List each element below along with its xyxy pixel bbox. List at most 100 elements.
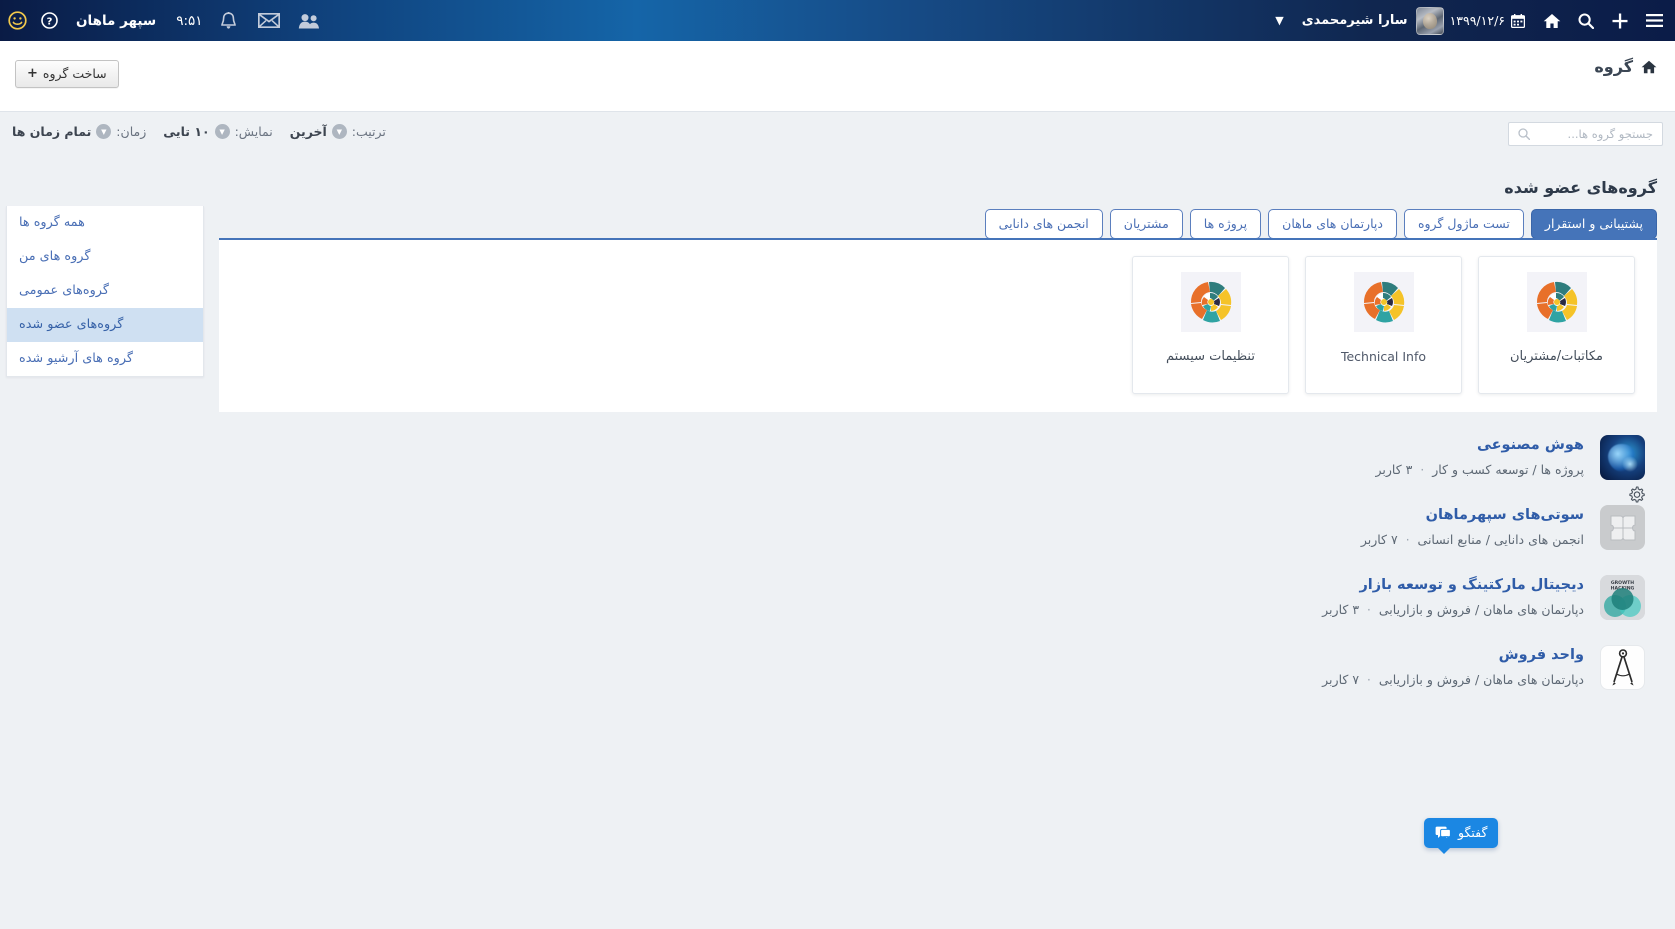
topbar-time: ۹:۵۱ <box>176 12 203 29</box>
filter-controls: ترتیب: ▼ آخرین نمایش: ▼ ۱۰ تایی زمان: ▼ … <box>12 124 386 139</box>
chevron-down-icon[interactable]: ▼ <box>1275 14 1283 27</box>
group-card-label: Technical Info <box>1340 349 1427 364</box>
bell-icon[interactable] <box>209 0 249 41</box>
tab-knowledge-communities[interactable]: انجمن های دانایی <box>984 209 1103 239</box>
filter-sort-value: آخرین <box>289 124 327 139</box>
chevron-down-icon[interactable]: ▼ <box>331 124 347 139</box>
tab-support-deployment[interactable]: پشتیبانی و استقرار <box>1530 209 1657 239</box>
filter-pagesize-label: نمایش: <box>234 124 273 139</box>
group-category-tabs: پشتیبانی و استقرار تست ماژول گروه دپارتم… <box>984 209 1657 239</box>
sidebar-item-my-groups[interactable]: گروه های من <box>7 240 203 274</box>
meta-separator: · <box>1367 672 1371 687</box>
meta-separator: · <box>1405 532 1410 547</box>
pinwheel-logo-icon <box>1526 272 1587 332</box>
create-group-button[interactable]: ساخت گروه + <box>15 60 119 88</box>
page-title: گروه‌های عضو شده <box>1504 178 1657 197</box>
filter-sort[interactable]: ترتیب: ▼ آخرین <box>290 124 386 139</box>
group-card-correspondence-customers[interactable]: مکاتبات/مشتریان <box>1478 256 1635 394</box>
member-groups-list: هوش مصنوعی پروژه ها / توسعه کسب و کار · … <box>219 424 1657 704</box>
sidebar-item-public-groups[interactable]: گروه‌های عمومی <box>7 274 203 308</box>
tab-mahan-departments[interactable]: دپارتمان های ماهان <box>1268 209 1397 239</box>
user-name: سارا شیرمحمدی <box>1301 13 1408 28</box>
search-input[interactable] <box>1530 126 1655 142</box>
sidebar-item-member-groups[interactable]: گروه‌های عضو شده <box>7 308 203 342</box>
topbar-date-text: ۱۳۹۹/۱۲/۶ <box>1449 13 1505 28</box>
group-card-system-settings[interactable]: تنظیمات سیستم <box>1132 256 1289 394</box>
chevron-down-icon[interactable]: ▼ <box>214 124 230 139</box>
help-icon[interactable]: ? <box>41 12 58 29</box>
calendar-icon <box>1511 13 1525 28</box>
puzzle-piece-thumbnail <box>1600 505 1645 550</box>
create-group-label: ساخت گروه <box>42 66 107 81</box>
home-icon[interactable] <box>1535 0 1569 41</box>
list-item[interactable]: GROWTH HACKING دیجیتال مارکتینگ و توسعه … <box>219 564 1657 634</box>
organization-name: سپهر ماهان <box>76 12 157 29</box>
group-title[interactable]: هوش مصنوعی <box>219 437 1584 453</box>
group-card-label: تنظیمات سیستم <box>1166 349 1255 364</box>
filter-pagesize-value: ۱۰ تایی <box>163 124 210 139</box>
group-row-body: واحد فروش دپارتمان های ماهان / فروش و با… <box>219 645 1584 687</box>
tab-group-module-test[interactable]: تست ماژول گروه <box>1403 209 1524 239</box>
tab-label: مشتریان <box>1123 216 1169 231</box>
pinwheel-logo-icon <box>1180 272 1241 332</box>
plus-icon[interactable] <box>1603 0 1637 41</box>
ai-brain-thumbnail <box>1600 435 1645 480</box>
breadcrumb: گروه <box>1594 57 1657 76</box>
group-meta: دپارتمان های ماهان / فروش و بازاریابی · … <box>219 602 1584 617</box>
group-title[interactable]: دیجیتال مارکتینگ و توسعه بازار <box>219 577 1584 593</box>
compass-thumbnail <box>1600 645 1645 690</box>
filter-pagesize[interactable]: نمایش: ▼ ۱۰ تایی <box>163 124 273 139</box>
group-meta: پروژه ها / توسعه کسب و کار · ۳ کاربر <box>219 462 1584 477</box>
pinwheel-logo-icon <box>1353 272 1414 332</box>
search-groups-box[interactable] <box>1508 122 1663 146</box>
hamburger-menu-icon[interactable] <box>1637 0 1671 41</box>
svg-text:GROWTH: GROWTH <box>1611 580 1634 586</box>
list-item[interactable]: سوتی‌های سپهرماهان انجمن های دانایی / من… <box>219 494 1657 564</box>
home-icon[interactable] <box>1641 60 1657 74</box>
group-meta: انجمن های دانایی / منابع انسانی · ۷ کارب… <box>219 532 1584 547</box>
group-card-technical-info[interactable]: Technical Info <box>1305 256 1462 394</box>
group-cards-panel: مکاتبات/مشتریان Technical Info تنظیمات س… <box>219 238 1657 412</box>
tab-label: تست ماژول گروه <box>1417 216 1510 231</box>
topbar-left-cluster: ۹:۵۱ سپهر ماهان <box>62 0 329 41</box>
topbar-right-cluster: ۱۳۹۹/۱۲/۶ سارا شیرمحمدی ▼ <box>1257 0 1671 41</box>
group-row-body: سوتی‌های سپهرماهان انجمن های دانایی / من… <box>219 505 1584 547</box>
sidebar-item-archived-groups[interactable]: گروه های آرشیو شده <box>7 342 203 376</box>
chevron-down-icon[interactable]: ▼ <box>96 124 112 139</box>
plus-icon: + <box>27 66 38 81</box>
list-item[interactable]: هوش مصنوعی پروژه ها / توسعه کسب و کار · … <box>219 424 1657 503</box>
group-cards-list: مکاتبات/مشتریان Technical Info تنظیمات س… <box>219 240 1657 410</box>
tab-customers[interactable]: مشتریان <box>1109 209 1183 239</box>
group-path: انجمن های دانایی / منابع انسانی <box>1417 532 1584 547</box>
avatar[interactable] <box>1415 6 1444 35</box>
sidebar-item-label: گروه های من <box>19 249 91 264</box>
growth-hacking-thumbnail: GROWTH HACKING <box>1600 575 1645 620</box>
contacts-icon[interactable] <box>289 0 329 41</box>
filter-time[interactable]: زمان: ▼ تمام زمان ها <box>12 124 146 139</box>
tab-label: پروژه ها <box>1203 216 1248 231</box>
chat-widget-button[interactable]: گفتگو <box>1424 818 1499 854</box>
search-icon[interactable] <box>1569 0 1603 41</box>
group-path: پروژه ها / توسعه کسب و کار <box>1432 462 1584 477</box>
topbar-date[interactable]: ۱۳۹۹/۱۲/۶ <box>1450 13 1525 28</box>
filter-bar: ترتیب: ▼ آخرین نمایش: ▼ ۱۰ تایی زمان: ▼ … <box>0 112 1675 157</box>
tab-label: دپارتمان های ماهان <box>1282 216 1383 231</box>
tab-projects[interactable]: پروژه ها <box>1189 209 1262 239</box>
mail-icon[interactable] <box>249 0 289 41</box>
tab-label: انجمن های دانایی <box>998 216 1089 231</box>
meta-separator: · <box>1367 602 1371 617</box>
sidebar-item-all-groups[interactable]: همه گروه ها <box>7 206 203 240</box>
list-item[interactable]: واحد فروش دپارتمان های ماهان / فروش و با… <box>219 634 1657 704</box>
user-menu[interactable]: سارا شیرمحمدی <box>1301 6 1444 35</box>
sidebar-item-label: گروه های آرشیو شده <box>19 351 133 366</box>
group-path: دپارتمان های ماهان / فروش و بازاریابی <box>1378 602 1584 617</box>
action-bar: گروه ساخت گروه + <box>0 41 1675 112</box>
groups-sidebar: همه گروه ها گروه های من گروه‌های عمومی گ… <box>6 206 204 377</box>
topbar-far-left-cluster: ? <box>0 11 62 30</box>
group-title[interactable]: واحد فروش <box>219 647 1584 663</box>
sidebar-item-label: گروه‌های عضو شده <box>19 317 124 332</box>
group-member-count: ۳ کاربر <box>1375 462 1413 477</box>
smiley-icon[interactable] <box>8 11 27 30</box>
group-title[interactable]: سوتی‌های سپهرماهان <box>219 507 1584 523</box>
search-icon[interactable] <box>1518 128 1530 140</box>
